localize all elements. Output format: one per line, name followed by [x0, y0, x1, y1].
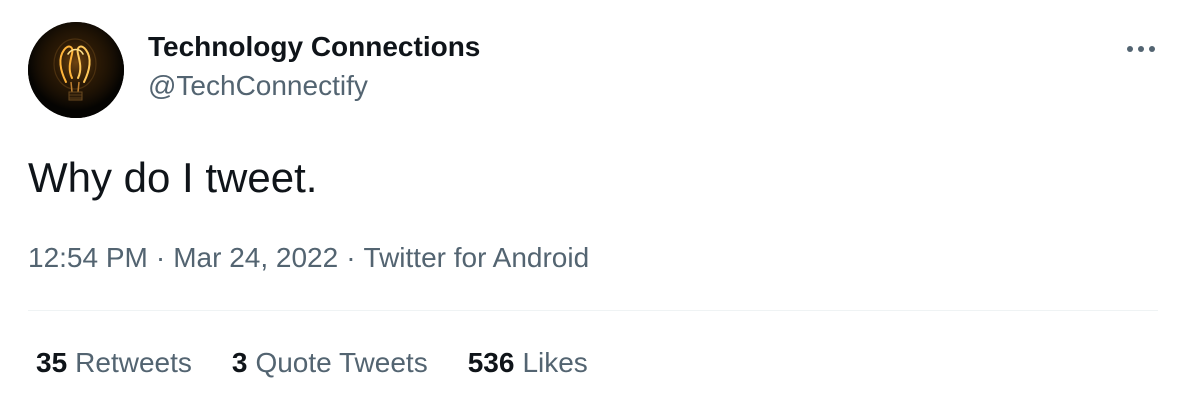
tweet-source[interactable]: Twitter for Android: [364, 242, 590, 273]
author-handle[interactable]: @TechConnectify: [148, 69, 480, 103]
retweets-count: 35: [36, 347, 68, 378]
quote-tweets-stat[interactable]: 3 Quote Tweets: [232, 345, 428, 381]
tweet-time[interactable]: 12:54 PM: [28, 242, 148, 273]
retweets-stat[interactable]: 35 Retweets: [36, 345, 192, 381]
likes-count: 536: [467, 347, 515, 378]
retweets-label: Retweets: [75, 347, 192, 378]
divider: [28, 310, 1158, 311]
likes-stat[interactable]: 536 Likes: [468, 345, 588, 381]
lightbulb-filament-icon: [28, 22, 124, 118]
quote-tweets-label: Quote Tweets: [255, 347, 428, 378]
tweet-date[interactable]: Mar 24, 2022: [173, 242, 338, 273]
likes-label: Likes: [522, 347, 588, 378]
meta-separator: ·: [346, 242, 356, 273]
tweet-header: Technology Connections @TechConnectify: [28, 22, 1158, 118]
author-display-name[interactable]: Technology Connections: [148, 30, 480, 64]
tweet-text: Why do I tweet.: [28, 154, 318, 201]
meta-separator: ·: [155, 242, 166, 273]
author-names: Technology Connections @TechConnectify: [148, 30, 480, 103]
tweet-stats: 35 Retweets 3 Quote Tweets 536 Likes: [36, 345, 628, 381]
tweet-meta: 12:54 PM · Mar 24, 2022 · Twitter for Androi…: [28, 240, 589, 276]
avatar[interactable]: [28, 22, 124, 118]
tweet-card: Technology Connections @TechConnectify W…: [0, 0, 1182, 416]
quote-tweets-count: 3: [231, 347, 248, 378]
more-horizontal-icon: [1127, 46, 1155, 52]
more-options-button[interactable]: [1124, 36, 1158, 62]
